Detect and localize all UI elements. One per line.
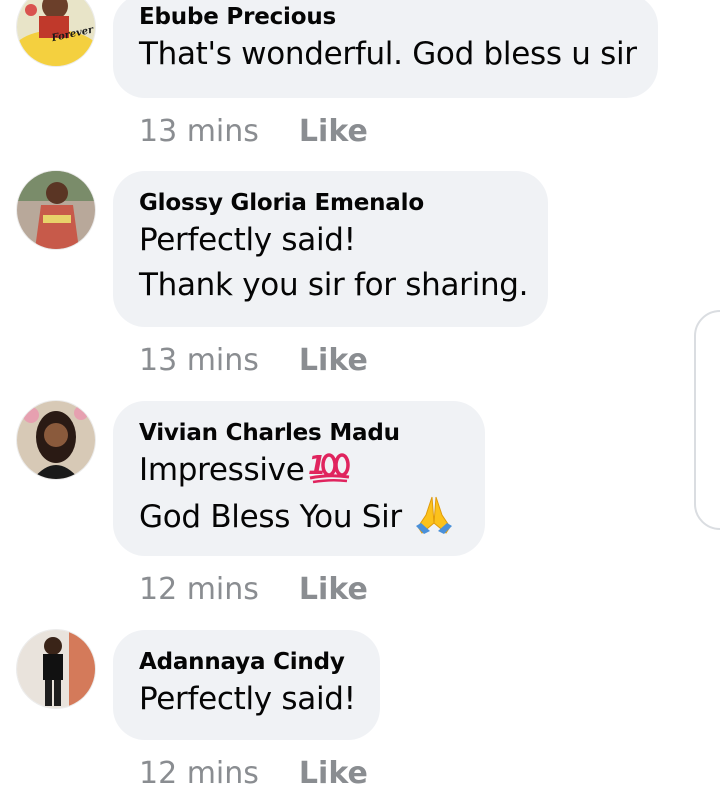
comment-meta: 12 mins Like [139,570,368,610]
avatar[interactable] [17,171,95,249]
comment-meta: 12 mins Like [139,754,368,794]
comment-bubble[interactable]: Vivian Charles Madu Impressive 1 God Ble… [113,401,485,556]
avatar[interactable] [17,630,95,708]
comment-author[interactable]: Ebube Precious [139,2,632,32]
comment-meta: 13 mins Like [139,341,368,381]
avatar-image [17,401,95,479]
comment-author[interactable]: Vivian Charles Madu [139,418,459,448]
comment-timestamp[interactable]: 13 mins [139,112,259,152]
comment-bubble[interactable]: Ebube Precious That's wonderful. God ble… [113,0,658,98]
hundred-points-icon: 1 [308,451,350,484]
comment-bubble[interactable]: Adannaya Cindy Perfectly said! [113,630,380,740]
comment-text: That's wonderful. God bless u sir [139,36,637,72]
comments-feed: Forever Ebube Precious That's wonderful.… [0,0,720,794]
avatar-image [17,171,95,249]
comment-text: Impressive 1 [139,448,459,493]
comment-timestamp[interactable]: 12 mins [139,754,259,794]
comment-timestamp[interactable]: 13 mins [139,341,259,381]
like-button[interactable]: Like [299,570,368,610]
avatar-image [17,630,95,708]
like-button[interactable]: Like [299,341,368,381]
comment-author[interactable]: Glossy Gloria Emenalo [139,188,522,218]
comment-text-segment: Impressive [139,452,305,488]
like-button[interactable]: Like [299,112,368,152]
comment-text: Perfectly said! [139,222,356,258]
comment-text-segment: God Bless You Sir [139,499,402,535]
avatar[interactable] [17,401,95,479]
comment-bubble[interactable]: Glossy Gloria Emenalo Perfectly said! Th… [113,171,548,327]
comment-timestamp[interactable]: 12 mins [139,570,259,610]
comment-text: God Bless You Sir [139,493,459,540]
comment-meta: 13 mins Like [139,112,368,152]
comment-text: Thank you sir for sharing. [139,267,529,303]
avatar[interactable]: Forever [17,0,95,66]
comment-author[interactable]: Adannaya Cindy [139,647,354,677]
comment-text: Perfectly said! [139,681,356,717]
avatar-image: Forever [17,0,95,66]
like-button[interactable]: Like [299,754,368,794]
folded-hands-icon [415,496,452,534]
side-card[interactable] [694,310,720,530]
